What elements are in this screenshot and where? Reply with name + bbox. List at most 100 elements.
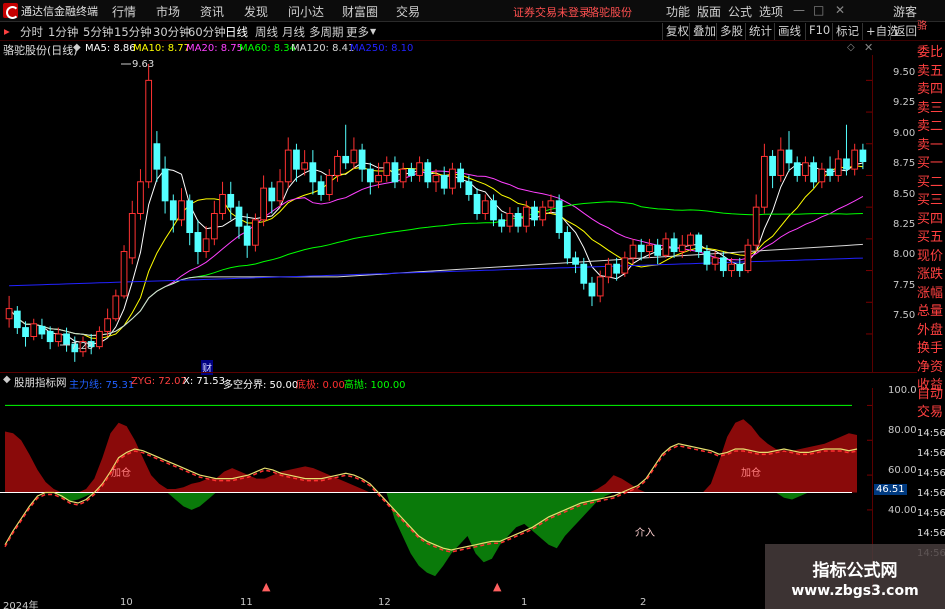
candle[interactable] [744, 238, 752, 274]
candle[interactable] [687, 232, 694, 252]
menu-formula[interactable]: 公式 [728, 3, 752, 20]
candle[interactable] [186, 194, 194, 246]
candle[interactable] [506, 207, 514, 233]
candle[interactable] [104, 308, 111, 337]
candle[interactable] [235, 200, 243, 239]
chart-close-icon[interactable]: ✕ [864, 41, 873, 54]
candle[interactable] [153, 131, 161, 182]
menu-news[interactable]: 资讯 [200, 3, 224, 20]
candle[interactable] [629, 238, 637, 265]
menu-options[interactable]: 选项 [759, 3, 783, 20]
candle[interactable] [358, 143, 366, 182]
candle[interactable] [457, 162, 465, 189]
candle[interactable] [596, 270, 604, 303]
chart-nav-icon[interactable]: ◇ [847, 42, 855, 53]
candle[interactable] [161, 156, 169, 214]
candle[interactable] [678, 235, 686, 258]
candle[interactable] [96, 326, 103, 350]
candle[interactable] [522, 200, 530, 233]
period-5min[interactable]: 5分钟 [83, 24, 113, 40]
candle[interactable] [169, 194, 177, 233]
multi-stock-button[interactable]: 多股 [716, 23, 743, 40]
candle[interactable] [654, 238, 662, 265]
candle[interactable] [293, 143, 300, 182]
candle[interactable] [317, 175, 325, 201]
candle[interactable] [46, 326, 54, 350]
guest-label[interactable]: 游客 [893, 3, 917, 20]
candle[interactable] [13, 306, 21, 334]
candle[interactable] [843, 124, 850, 176]
candle[interactable] [851, 143, 859, 176]
candle[interactable] [563, 226, 571, 265]
login-notice[interactable]: 证券交易未登录 [513, 4, 590, 20]
menu-function[interactable]: 功能 [666, 3, 690, 20]
menu-discover[interactable]: 发现 [244, 3, 268, 20]
period-daily[interactable]: 日线 [225, 24, 248, 40]
period-60min[interactable]: 60分钟 [188, 24, 226, 40]
kline-chart[interactable] [0, 55, 917, 372]
auto-trade-label[interactable]: 自动 [917, 386, 945, 404]
period-more[interactable]: 更多 [346, 24, 369, 40]
menu-layout[interactable]: 版面 [697, 3, 721, 20]
candle[interactable] [769, 150, 776, 189]
candle[interactable] [424, 158, 432, 189]
candle[interactable] [802, 156, 809, 182]
menu-market[interactable]: 行情 [112, 3, 136, 20]
candle[interactable] [202, 226, 210, 258]
candle[interactable] [309, 150, 317, 195]
candle[interactable] [210, 200, 218, 246]
draw-line-button[interactable]: 画线 [774, 23, 801, 40]
candle[interactable] [268, 181, 276, 214]
candle[interactable] [572, 251, 579, 274]
candle[interactable] [145, 63, 153, 189]
period-intraday[interactable]: 分时 [20, 24, 43, 40]
candle[interactable] [178, 188, 185, 227]
candle[interactable] [416, 156, 423, 182]
candle[interactable] [128, 200, 136, 265]
back-button[interactable]: 返回 [890, 23, 917, 40]
period-monthly[interactable]: 月线 [282, 24, 305, 40]
candle[interactable] [54, 327, 62, 347]
candle[interactable] [621, 251, 629, 277]
candle[interactable] [736, 257, 744, 277]
maximize-icon[interactable]: □ [813, 3, 824, 17]
candle[interactable] [761, 143, 768, 214]
candle[interactable] [859, 143, 867, 170]
period-15min[interactable]: 15分钟 [114, 24, 152, 40]
candle[interactable] [399, 162, 407, 189]
candle[interactable] [605, 257, 612, 284]
candle[interactable] [137, 169, 144, 220]
candle[interactable] [407, 162, 415, 182]
candle[interactable] [826, 156, 834, 182]
candle[interactable] [818, 162, 826, 189]
candle[interactable] [383, 156, 391, 182]
candle[interactable] [449, 162, 456, 195]
candle[interactable] [22, 321, 29, 347]
candle[interactable] [473, 188, 481, 220]
candle[interactable] [194, 219, 202, 265]
candle[interactable] [539, 200, 547, 227]
candle[interactable] [112, 289, 120, 322]
period-weekly[interactable]: 周线 [255, 24, 278, 40]
candle[interactable] [793, 156, 801, 182]
close-icon[interactable]: ✕ [835, 3, 845, 17]
candle[interactable] [498, 213, 506, 233]
candle[interactable] [252, 213, 259, 252]
candle[interactable] [219, 181, 226, 220]
f10-button[interactable]: F10 [805, 23, 830, 40]
candle[interactable] [588, 276, 596, 307]
candle[interactable] [325, 169, 333, 201]
candle[interactable] [711, 251, 719, 271]
candle[interactable] [785, 131, 793, 172]
candle[interactable] [580, 257, 588, 290]
candle[interactable] [120, 245, 128, 299]
period-multi[interactable]: 多周期 [309, 24, 344, 40]
candle[interactable] [481, 194, 489, 220]
candle[interactable] [719, 251, 727, 277]
menu-trade[interactable]: 交易 [396, 3, 420, 20]
candle[interactable] [260, 175, 267, 227]
ma-settings-icon[interactable]: ◆ [73, 42, 81, 53]
menu-ask[interactable]: 问小达 [288, 3, 324, 20]
statistics-button[interactable]: 统计 [745, 23, 772, 40]
candle[interactable] [834, 150, 842, 182]
